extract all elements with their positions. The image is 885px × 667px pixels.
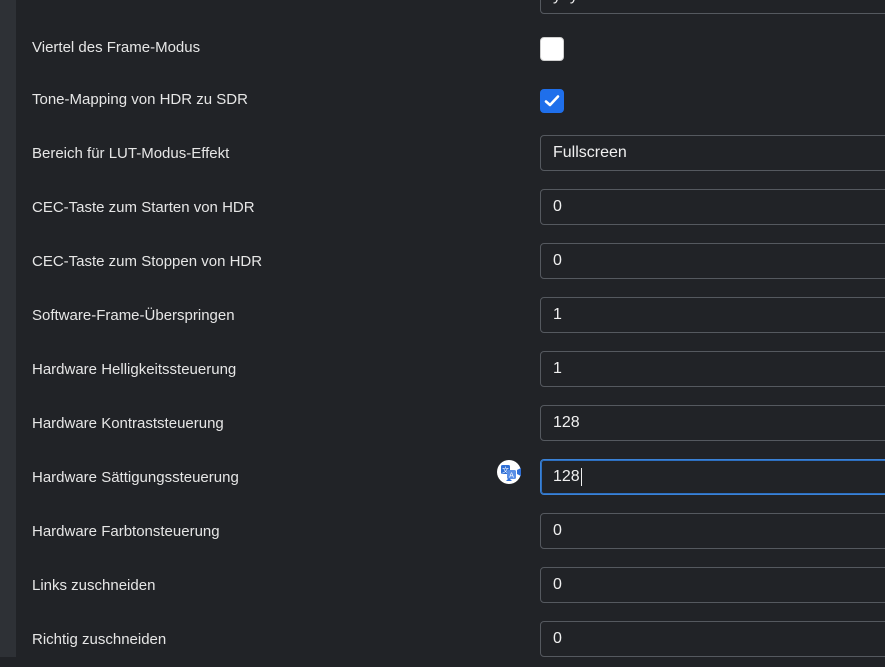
checkmark-icon bbox=[544, 95, 560, 107]
setting-row-hw-saturation: Hardware Sättigungssteuerung 文 A 128 bbox=[16, 451, 885, 505]
setting-label: Hardware Farbtonsteuerung bbox=[32, 523, 220, 540]
lut-area-select[interactable]: Fullscreen bbox=[540, 135, 885, 171]
crop-right-input[interactable]: 0 bbox=[540, 621, 885, 657]
hw-brightness-input[interactable]: 1 bbox=[540, 351, 885, 387]
setting-row-cec-start-hdr: CEC-Taste zum Starten von HDR 0 bbox=[16, 181, 885, 235]
hw-contrast-input[interactable]: 128 bbox=[540, 405, 885, 441]
setting-row-software-frame-skip: Software-Frame-Überspringen 1 bbox=[16, 289, 885, 343]
setting-row-quarter-frame-mode: Viertel des Frame-Modus bbox=[16, 21, 885, 75]
setting-label: Viertel des Frame-Modus bbox=[32, 39, 201, 56]
quarter-frame-mode-checkbox[interactable] bbox=[540, 37, 564, 61]
video-format-field[interactable]: yuyv bbox=[540, 0, 885, 14]
setting-label: Hardware Helligkeitssteuerung bbox=[32, 361, 237, 378]
setting-row-cec-stop-hdr: CEC-Taste zum Stoppen von HDR 0 bbox=[16, 235, 885, 289]
setting-label: Tone-Mapping von HDR zu SDR bbox=[32, 91, 248, 108]
setting-label: Hardware Kontraststeuerung bbox=[32, 415, 224, 432]
translate-icon[interactable]: 文 A bbox=[496, 459, 522, 485]
setting-row-crop-right: Richtig zuschneiden 0 bbox=[16, 613, 885, 667]
cec-stop-hdr-input[interactable]: 0 bbox=[540, 243, 885, 279]
cec-start-hdr-input[interactable]: 0 bbox=[540, 189, 885, 225]
setting-label: Links zuschneiden bbox=[32, 577, 156, 594]
tone-mapping-checkbox[interactable] bbox=[540, 89, 564, 113]
setting-row-lut-area: Bereich für LUT-Modus-Effekt Fullscreen bbox=[16, 127, 885, 181]
setting-label: Software-Frame-Überspringen bbox=[32, 307, 235, 324]
setting-label: Richtig zuschneiden bbox=[32, 631, 167, 648]
setting-label: CEC-Taste zum Stoppen von HDR bbox=[32, 253, 263, 270]
hw-hue-input[interactable]: 0 bbox=[540, 513, 885, 549]
svg-text:A: A bbox=[509, 472, 514, 480]
left-sidebar-edge bbox=[0, 0, 16, 657]
setting-row-hw-brightness: Hardware Helligkeitssteuerung 1 bbox=[16, 343, 885, 397]
hw-saturation-value: 128 bbox=[553, 468, 580, 485]
setting-row-tone-mapping: Tone-Mapping von HDR zu SDR bbox=[16, 73, 885, 127]
hw-saturation-input[interactable]: 128 bbox=[540, 459, 885, 495]
software-frame-skip-input[interactable]: 1 bbox=[540, 297, 885, 333]
setting-label: Hardware Sättigungssteuerung bbox=[32, 469, 239, 486]
text-caret bbox=[580, 467, 582, 486]
setting-row-hw-hue: Hardware Farbtonsteuerung 0 bbox=[16, 505, 885, 559]
setting-row-hw-contrast: Hardware Kontraststeuerung 128 bbox=[16, 397, 885, 451]
settings-panel: yuyv Viertel des Frame-Modus Tone-Mappin… bbox=[16, 0, 885, 657]
setting-label: CEC-Taste zum Starten von HDR bbox=[32, 199, 255, 216]
crop-left-input[interactable]: 0 bbox=[540, 567, 885, 603]
setting-row-crop-left: Links zuschneiden 0 bbox=[16, 559, 885, 613]
setting-label: Bereich für LUT-Modus-Effekt bbox=[32, 145, 230, 162]
